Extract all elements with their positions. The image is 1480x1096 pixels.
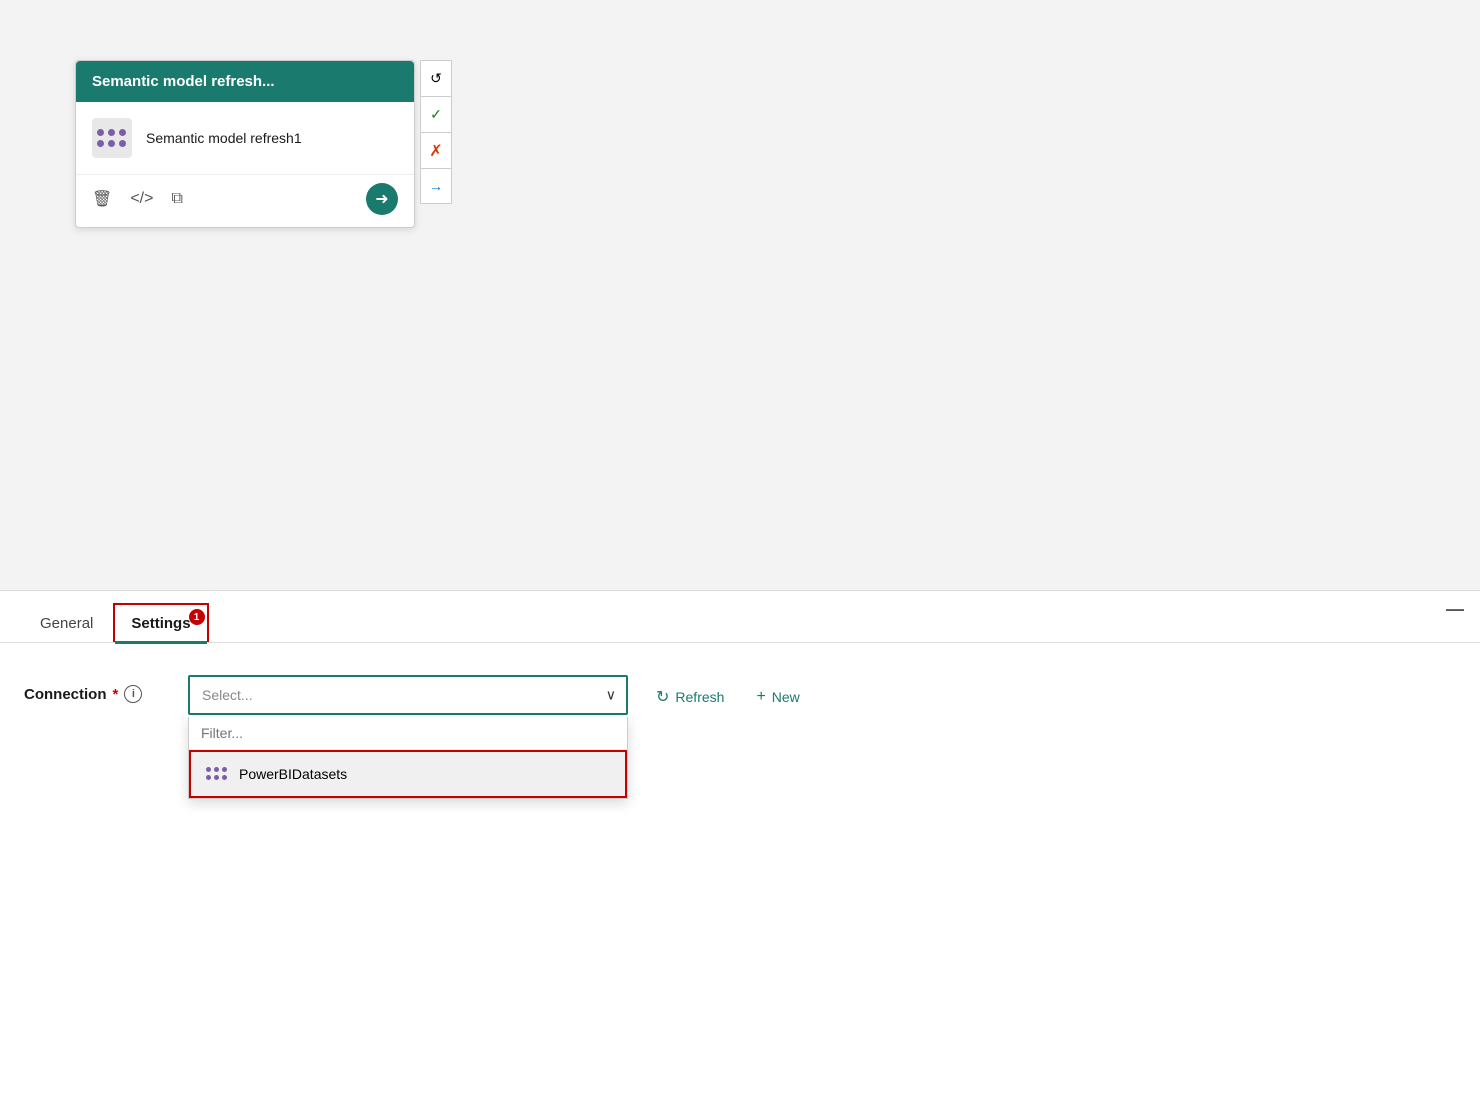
option-dots-grid [206, 767, 228, 781]
minimize-button[interactable]: — [1446, 599, 1464, 620]
canvas-area: Semantic model refresh... Semantic model… [0, 0, 1480, 590]
required-star: * [113, 686, 119, 703]
arrow-button[interactable]: → [420, 168, 452, 204]
option-dot-3 [222, 767, 227, 772]
cross-button[interactable]: ✗ [420, 132, 452, 168]
option-label-powerbidatasets: PowerBIDatasets [239, 766, 347, 782]
tab-settings-label: Settings [131, 615, 190, 632]
activity-card-body: Semantic model refresh1 [76, 102, 414, 174]
connection-action-buttons: ↻ Refresh + New [644, 679, 812, 715]
plus-icon: + [756, 688, 765, 706]
powerbidatasets-icon [205, 762, 229, 786]
activity-icon [92, 118, 132, 158]
side-toolbar: ↺ ✓ ✗ → [420, 60, 452, 204]
dot-1 [97, 129, 104, 136]
info-icon[interactable]: i [124, 685, 142, 703]
arrow-icon: → [429, 178, 443, 194]
dot-4 [97, 140, 104, 147]
tab-general[interactable]: General [24, 605, 109, 642]
refresh-label: Refresh [675, 689, 724, 705]
go-arrow-icon: ➜ [375, 189, 388, 209]
copy-icon[interactable]: ⧉ [171, 190, 182, 208]
connection-dropdown-container: Select... ∨ [188, 675, 628, 715]
filter-input[interactable] [189, 717, 627, 750]
tab-general-label: General [40, 615, 93, 632]
option-dot-2 [214, 767, 219, 772]
connection-select-placeholder: Select... [202, 687, 253, 703]
connection-label-text: Connection [24, 686, 107, 703]
option-dot-5 [214, 775, 219, 780]
dots-grid-icon [97, 129, 127, 148]
code-icon[interactable]: </> [130, 190, 153, 208]
tab-settings[interactable]: Settings 1 [113, 603, 208, 642]
new-label: New [772, 689, 800, 705]
check-button[interactable]: ✓ [420, 96, 452, 132]
redo-icon: ↺ [430, 70, 442, 87]
dot-2 [108, 129, 115, 136]
go-button[interactable]: ➜ [366, 183, 398, 215]
new-button[interactable]: + New [744, 680, 811, 714]
activity-card: Semantic model refresh... Semantic model… [75, 60, 415, 228]
activity-name: Semantic model refresh1 [146, 129, 302, 147]
chevron-down-icon: ∨ [606, 687, 616, 704]
option-dot-4 [206, 775, 211, 780]
option-dot-1 [206, 767, 211, 772]
connection-field-row: Connection * i Select... ∨ [24, 675, 1456, 715]
tab-settings-badge: 1 [189, 609, 205, 625]
settings-content: Connection * i Select... ∨ [0, 643, 1480, 771]
check-icon: ✓ [430, 106, 442, 123]
activity-card-footer: 🗑 </> ⧉ ➜ [76, 174, 414, 227]
connection-dropdown-popup: PowerBIDatasets [188, 717, 628, 799]
dot-5 [108, 140, 115, 147]
refresh-button[interactable]: ↻ Refresh [644, 679, 736, 715]
cross-icon: ✗ [429, 141, 442, 161]
option-dot-6 [222, 775, 227, 780]
connection-label: Connection * i [24, 685, 164, 703]
dropdown-option-powerbidatasets[interactable]: PowerBIDatasets [189, 750, 627, 798]
dot-3 [119, 129, 126, 136]
refresh-icon: ↻ [656, 687, 669, 707]
tabs-row: General Settings 1 [0, 591, 1480, 643]
activity-card-header: Semantic model refresh... [76, 61, 414, 102]
redo-button[interactable]: ↺ [420, 60, 452, 96]
activity-card-title: Semantic model refresh... [92, 73, 275, 90]
connection-select[interactable]: Select... ∨ [188, 675, 628, 715]
delete-icon[interactable]: 🗑 [92, 189, 112, 209]
dot-6 [119, 140, 126, 147]
bottom-panel: — General Settings 1 Connection * i [0, 590, 1480, 1096]
